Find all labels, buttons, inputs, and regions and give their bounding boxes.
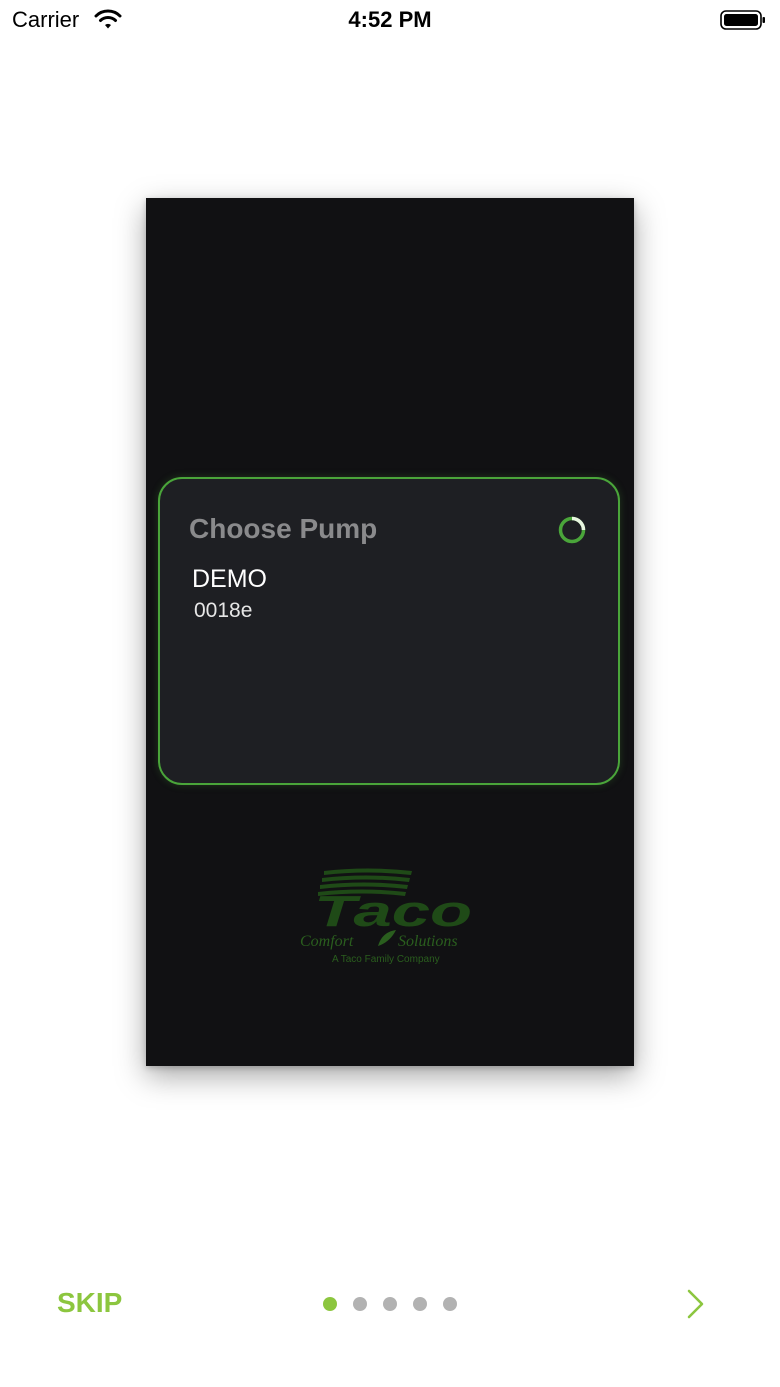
page-dot-2[interactable] [353, 1297, 367, 1311]
logo-tagline: A Taco Family Company [332, 954, 440, 965]
app-screenshot-preview: Choose Pump DEMO 0018e Taco Comfort Solu… [146, 198, 634, 1066]
next-button[interactable] [684, 1288, 708, 1320]
page-dot-3[interactable] [383, 1297, 397, 1311]
battery-icon [720, 10, 766, 35]
loading-spinner-icon [557, 515, 587, 550]
pump-device-name: DEMO [192, 565, 267, 593]
logo-brand: Taco [314, 887, 472, 936]
taco-comfort-solutions-logo: Taco Comfort Solutions A Taco Family Com… [296, 866, 486, 968]
pump-device-id: 0018e [194, 599, 253, 622]
card-title: Choose Pump [189, 513, 378, 544]
page-dot-1[interactable] [323, 1297, 337, 1311]
logo-line2: Solutions [398, 933, 458, 950]
logo-line1: Comfort [300, 933, 354, 950]
page-dot-4[interactable] [413, 1297, 427, 1311]
chevron-right-icon [687, 1289, 704, 1319]
page-dot-5[interactable] [443, 1297, 457, 1311]
status-bar: Carrier 4:52 PM [0, 0, 780, 42]
status-time: 4:52 PM [348, 7, 432, 32]
skip-button[interactable]: SKIP [57, 1287, 122, 1319]
choose-pump-card: Choose Pump DEMO 0018e [158, 477, 620, 785]
page-indicator[interactable] [323, 1297, 457, 1311]
